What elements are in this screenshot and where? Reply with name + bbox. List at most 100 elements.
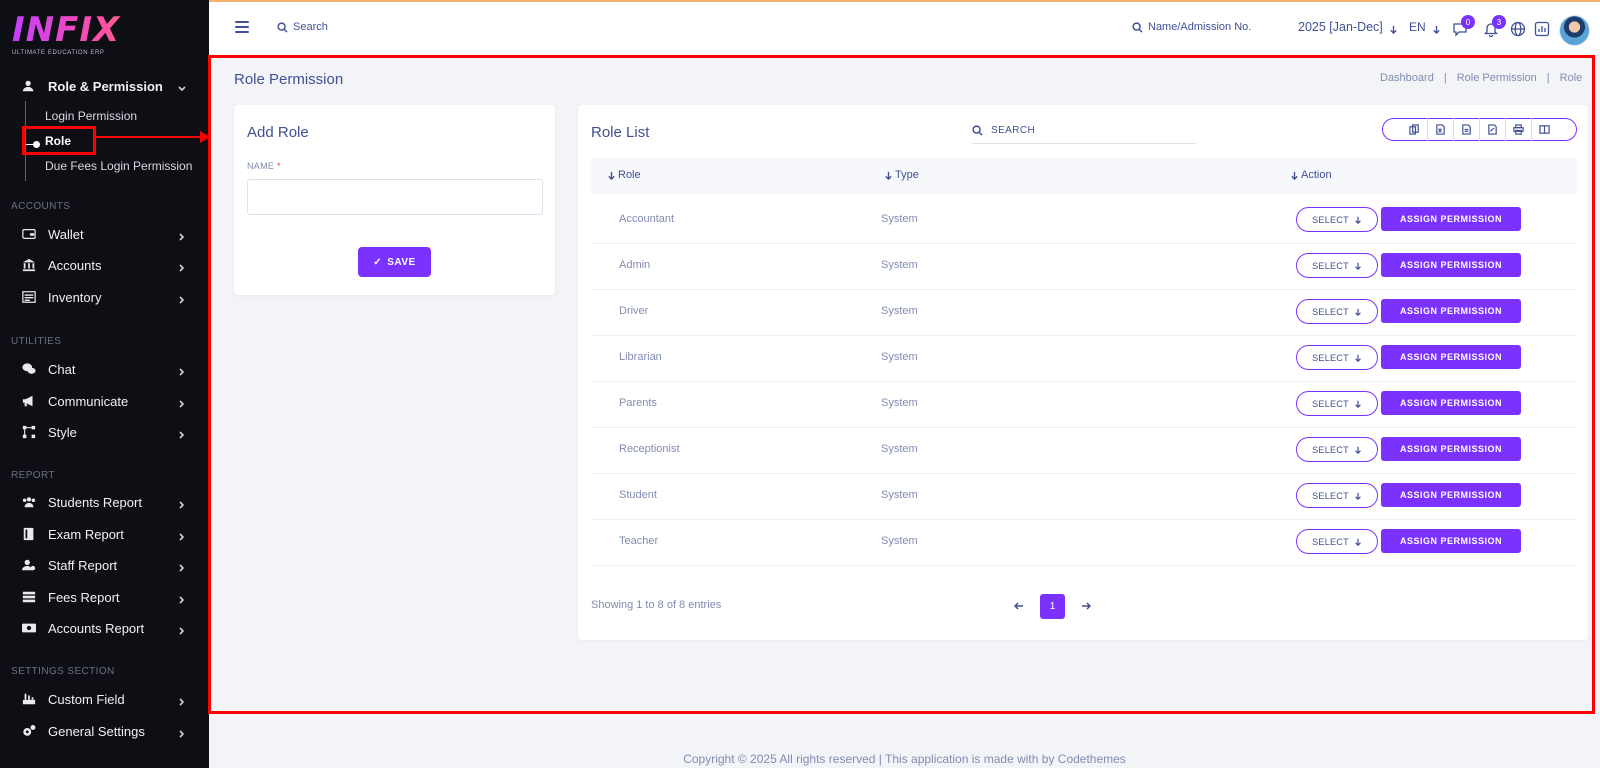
page-title: Role Permission — [234, 71, 344, 88]
gears-icon — [22, 724, 36, 738]
user-shield-icon — [22, 79, 36, 93]
column-header-type[interactable]: Type — [884, 169, 919, 181]
print-icon[interactable] — [1506, 118, 1532, 141]
breadcrumb-role: Role — [1559, 72, 1583, 84]
sidebar-item-custom-field[interactable]: Custom Field — [0, 686, 209, 712]
assign-permission-button[interactable]: ASSIGN PERMISSION — [1381, 253, 1521, 277]
chat-icon[interactable]: 0 — [1452, 15, 1475, 37]
globe-icon[interactable] — [1510, 21, 1526, 37]
arrow-down-icon — [1355, 262, 1361, 270]
select-label: SELECT — [1312, 306, 1349, 317]
assign-permission-button[interactable]: ASSIGN PERMISSION — [1381, 391, 1521, 415]
chevron-right-icon — [177, 726, 187, 738]
assign-permission-button[interactable]: ASSIGN PERMISSION — [1381, 299, 1521, 323]
table-row: Parents System SELECT ASSIGN PERMISSION — [591, 381, 1577, 428]
sidebar-item-exam-report[interactable]: Exam Report — [0, 521, 209, 547]
cell-type: System — [881, 535, 918, 547]
language-select[interactable]: EN — [1409, 20, 1441, 34]
logo[interactable]: INFIX ULTIMATE EDUCATION ERP — [12, 12, 192, 60]
sidebar-item-accounts[interactable]: Accounts — [0, 252, 209, 278]
sidebar-item-label: Exam Report — [48, 526, 124, 542]
prev-page-icon[interactable] — [1013, 598, 1024, 616]
cell-role: Teacher — [619, 535, 659, 547]
assign-permission-button[interactable]: ASSIGN PERMISSION — [1381, 437, 1521, 461]
sidebar-item-wallet[interactable]: Wallet — [0, 221, 209, 247]
sidebar-item-communicate[interactable]: Communicate — [0, 388, 209, 414]
assign-permission-button[interactable]: ASSIGN PERMISSION — [1381, 529, 1521, 553]
cell-type: System — [881, 489, 918, 501]
sidebar-item-style[interactable]: Style — [0, 419, 209, 445]
sidebar-item-chat[interactable]: Chat — [0, 356, 209, 382]
sidebar-item-general-settings[interactable]: General Settings — [0, 718, 209, 744]
assign-permission-button[interactable]: ASSIGN PERMISSION — [1381, 345, 1521, 369]
top-header: Search Name/Admission No. 2025 [Jan-Dec]… — [209, 0, 1600, 54]
pdf-icon[interactable] — [1480, 118, 1506, 141]
select-dropdown-button[interactable]: SELECT — [1296, 529, 1378, 554]
excel-icon[interactable] — [1428, 118, 1454, 141]
chevron-right-icon — [177, 229, 187, 241]
sidebar-item-students-report[interactable]: Students Report — [0, 489, 209, 515]
sidebar-subitem-due-fees-login-permission[interactable]: Due Fees Login Permission — [45, 159, 192, 173]
sidebar-item-fees-report[interactable]: Fees Report — [0, 584, 209, 610]
breadcrumb-role-permission[interactable]: Role Permission — [1457, 72, 1537, 84]
select-label: SELECT — [1312, 260, 1349, 271]
sidebar-item-role-permission[interactable]: Role & Permission — [0, 73, 209, 99]
chevron-right-icon — [177, 694, 187, 706]
sidebar-item-label: Chat — [48, 361, 76, 377]
cell-type: System — [881, 443, 918, 455]
avatar[interactable] — [1559, 15, 1590, 46]
inventory-icon — [22, 290, 36, 304]
role-name-input[interactable] — [247, 179, 543, 215]
sidebar-item-label: Custom Field — [48, 691, 125, 707]
sort-arrow-icon — [608, 171, 615, 180]
select-dropdown-button[interactable]: SELECT — [1296, 299, 1378, 324]
top-search[interactable]: Search — [277, 21, 328, 33]
breadcrumb-dashboard[interactable]: Dashboard — [1380, 72, 1434, 84]
cell-role: Receptionist — [619, 443, 680, 455]
student-search[interactable]: Name/Admission No. — [1132, 21, 1251, 33]
select-dropdown-button[interactable]: SELECT — [1296, 207, 1378, 232]
pagination: 1 — [1013, 594, 1092, 619]
column-header-role[interactable]: Role — [607, 169, 641, 181]
sidebar-item-label: Students Report — [48, 494, 142, 510]
menu-icon[interactable] — [235, 21, 249, 33]
column-header-action[interactable]: Action — [1290, 169, 1332, 181]
chevron-right-icon — [177, 497, 187, 509]
select-label: SELECT — [1312, 490, 1349, 501]
chevron-right-icon — [177, 396, 187, 408]
assign-permission-button[interactable]: ASSIGN PERMISSION — [1381, 207, 1521, 231]
language-value: EN — [1409, 20, 1426, 34]
sidebar-subitem-login-permission[interactable]: Login Permission — [45, 109, 137, 123]
arrow-down-icon — [1389, 23, 1398, 34]
sidebar-item-accounts-report[interactable]: Accounts Report — [0, 615, 209, 641]
bell-icon[interactable]: 3 — [1483, 15, 1506, 38]
columns-icon[interactable] — [1532, 118, 1558, 141]
select-dropdown-button[interactable]: SELECT — [1296, 391, 1378, 416]
select-dropdown-button[interactable]: SELECT — [1296, 437, 1378, 462]
required-mark: * — [277, 161, 281, 171]
search-icon — [972, 124, 983, 136]
wallet-icon — [22, 227, 36, 241]
dashboard-chart-icon[interactable] — [1534, 21, 1550, 37]
copy-icon[interactable] — [1402, 118, 1428, 141]
next-page-icon[interactable] — [1081, 598, 1092, 616]
cell-type: System — [881, 351, 918, 363]
select-dropdown-button[interactable]: SELECT — [1296, 345, 1378, 370]
page-button-1[interactable]: 1 — [1040, 594, 1065, 619]
assign-permission-button[interactable]: ASSIGN PERMISSION — [1381, 483, 1521, 507]
sidebar-item-staff-report[interactable]: Staff Report — [0, 552, 209, 578]
money-icon — [22, 621, 36, 635]
bank-icon — [22, 258, 36, 272]
select-dropdown-button[interactable]: SELECT — [1296, 483, 1378, 508]
sidebar-item-inventory[interactable]: Inventory — [0, 284, 209, 310]
select-dropdown-button[interactable]: SELECT — [1296, 253, 1378, 278]
cell-role: Admin — [619, 259, 651, 271]
arrow-down-icon — [1355, 354, 1361, 362]
save-button[interactable]: ✓ SAVE — [358, 247, 431, 277]
cell-role: Accountant — [619, 213, 675, 225]
role-search-input[interactable]: SEARCH — [972, 117, 1196, 144]
arrow-down-icon — [1355, 538, 1361, 546]
chevron-right-icon — [177, 364, 187, 376]
academic-year-select[interactable]: 2025 [Jan-Dec] — [1298, 20, 1398, 34]
csv-icon[interactable] — [1454, 118, 1480, 141]
